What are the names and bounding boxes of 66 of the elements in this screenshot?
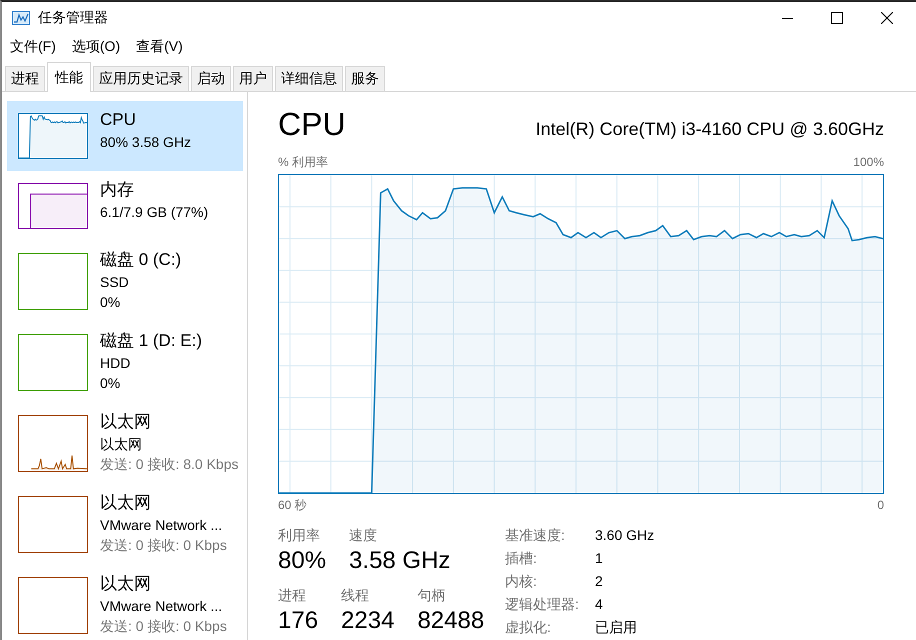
property-label: 基准速度: <box>505 526 566 545</box>
resource-detail: HDD <box>100 354 132 373</box>
resource-name: CPU <box>100 109 137 131</box>
stat-value: 2234 <box>341 607 394 635</box>
sidebar-item[interactable]: 内存 6.1/7.9 GB (77%) <box>7 171 243 241</box>
menu-item[interactable]: 查看(V) <box>130 35 189 57</box>
tab[interactable]: 服务 <box>345 66 385 91</box>
sidebar-item[interactable]: 磁盘 1 (D: E:) HDD 0% <box>7 322 243 403</box>
resource-detail: SSD <box>100 273 130 292</box>
tab[interactable]: 详细信息 <box>275 66 343 91</box>
resource-name: 以太网 <box>100 573 152 595</box>
sidebar-item[interactable]: 以太网 以太网 发送: 0 接收: 8.0 Kbps <box>7 403 243 484</box>
stat-label: 线程 <box>341 586 370 605</box>
property-value: 1 <box>595 549 604 568</box>
resource-title: CPU <box>278 105 346 144</box>
stat-label: 进程 <box>278 586 307 605</box>
resource-detail: 0% <box>100 374 122 393</box>
y-axis-title: % 利用率 <box>278 154 328 170</box>
tab[interactable]: 应用历史记录 <box>93 66 189 91</box>
property-value: 已启用 <box>595 618 638 637</box>
x-axis-end-label: 0 <box>877 497 884 513</box>
tab[interactable]: 性能 <box>47 62 91 92</box>
stat-value: 176 <box>278 607 318 635</box>
sidebar-item[interactable]: 以太网 VMware Network ... 发送: 0 接收: 0 Kbps <box>7 565 243 640</box>
property-value: 4 <box>595 595 604 614</box>
resource-name: 磁盘 0 (C:) <box>100 249 182 271</box>
sidebar-item[interactable]: 以太网 VMware Network ... 发送: 0 接收: 0 Kbps <box>7 484 243 565</box>
resource-name: 内存 <box>100 179 135 201</box>
property-label: 逻辑处理器: <box>505 595 580 614</box>
menu-item[interactable]: 文件(F) <box>4 35 62 57</box>
resource-detail: VMware Network ... <box>100 516 224 535</box>
property-label: 虚拟化: <box>505 618 552 637</box>
resource-name: 以太网 <box>100 411 152 433</box>
x-axis-start-label: 60 秒 <box>278 497 307 513</box>
stat-label: 利用率 <box>278 526 321 545</box>
y-axis-max-label: 100% <box>853 154 884 170</box>
processor-model: Intel(R) Core(TM) i3-4160 CPU @ 3.60GHz <box>536 119 884 140</box>
tab[interactable]: 进程 <box>5 66 45 91</box>
network-traffic: 发送: 0 接收: 8.0 Kbps <box>100 455 238 474</box>
resource-name: 以太网 <box>100 492 152 514</box>
network-traffic: 发送: 0 接收: 0 Kbps <box>100 536 227 555</box>
menu-item[interactable]: 选项(O) <box>66 35 126 57</box>
resource-detail: 6.1/7.9 GB (77%) <box>100 203 208 222</box>
sidebar-item[interactable]: 磁盘 0 (C:) SSD 0% <box>7 241 243 322</box>
resource-detail: 80% 3.58 GHz <box>100 133 192 152</box>
chart-icon <box>12 11 30 25</box>
resource-detail: 0% <box>100 293 122 312</box>
resource-detail: VMware Network ... <box>100 597 224 616</box>
maximize-icon <box>831 12 843 24</box>
stat-value: 80% <box>278 547 326 575</box>
tab[interactable]: 用户 <box>233 66 273 91</box>
network-traffic: 发送: 0 接收: 0 Kbps <box>100 617 227 636</box>
close-icon <box>881 12 893 24</box>
property-value: 2 <box>595 572 604 591</box>
property-label: 插槽: <box>505 549 538 568</box>
stat-label: 句柄 <box>417 586 446 605</box>
stat-value: 82488 <box>417 607 484 635</box>
property-value: 3.60 GHz <box>595 526 654 545</box>
stat-label: 速度 <box>349 526 378 545</box>
property-label: 内核: <box>505 572 538 591</box>
window-title: 任务管理器 <box>38 9 108 27</box>
sidebar-item[interactable]: CPU 80% 3.58 GHz <box>7 101 243 171</box>
resource-name: 磁盘 1 (D: E:) <box>100 330 202 352</box>
tab[interactable]: 启动 <box>191 66 231 91</box>
resource-detail: 以太网 <box>100 435 143 454</box>
stat-value: 3.58 GHz <box>349 547 450 575</box>
